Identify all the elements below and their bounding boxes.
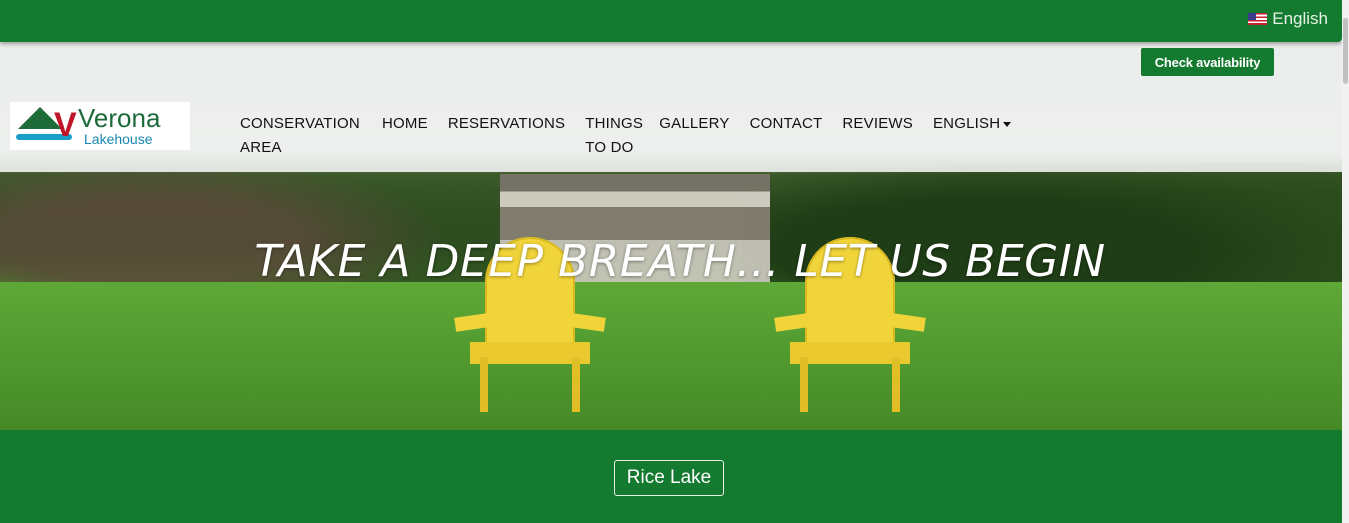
nav-item-contact[interactable]: CONTACT <box>750 112 823 160</box>
rice-lake-button[interactable]: Rice Lake <box>614 460 724 496</box>
page-scrollbar[interactable] <box>1342 0 1349 523</box>
hero-headline: TAKE A DEEP BREATH... LET US BEGIN <box>254 236 1106 287</box>
nav-item-home[interactable]: HOME <box>382 112 428 160</box>
nav-item-reservations[interactable]: RESERVATIONS <box>448 112 565 160</box>
logo-subtitle: Lakehouse <box>84 131 153 147</box>
nav-item-language-dropdown[interactable]: ENGLISH <box>933 112 1012 160</box>
check-availability-button[interactable]: Check availability <box>1141 48 1274 76</box>
nav-item-things-to-do[interactable]: THINGS TO DO <box>585 112 643 160</box>
us-flag-icon <box>1248 13 1268 25</box>
language-label[interactable]: English <box>1272 9 1328 29</box>
nav-item-reviews[interactable]: REVIEWS <box>842 112 913 160</box>
nav-item-conservation-area[interactable]: CONSERVATION AREA <box>240 112 362 160</box>
main-nav: CONSERVATION AREA HOME RESERVATIONS THIN… <box>240 112 1012 160</box>
lawn <box>0 282 1342 430</box>
nav-item-gallery[interactable]: GALLERY <box>659 112 729 160</box>
caret-down-icon <box>1003 121 1012 127</box>
language-switcher[interactable]: English <box>1248 9 1328 29</box>
verona-logo-icon: V <box>10 102 80 150</box>
scrollbar-thumb[interactable] <box>1343 18 1348 84</box>
logo-title: Verona <box>78 103 161 133</box>
top-bar: English <box>0 0 1342 42</box>
site-logo[interactable]: V Verona Lakehouse <box>10 102 190 150</box>
